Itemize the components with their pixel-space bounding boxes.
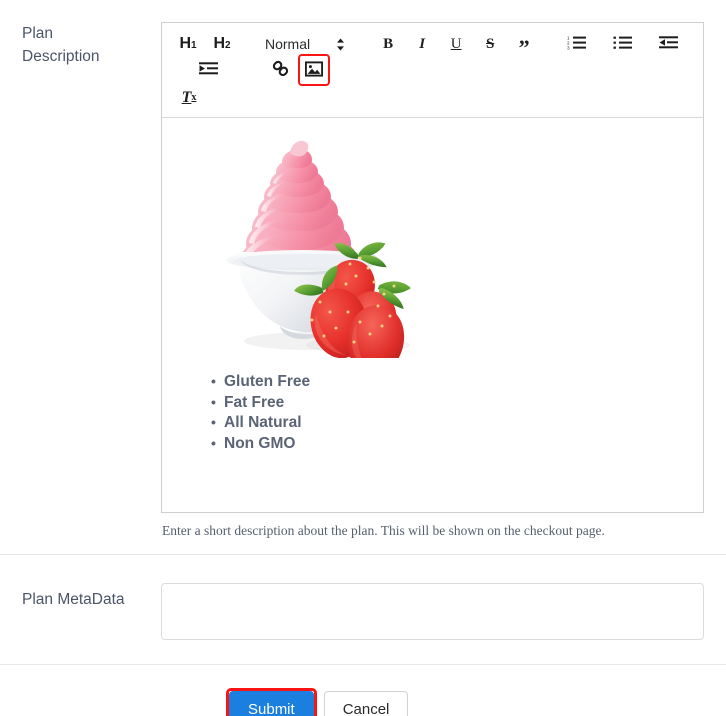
plan-description-label-line-2: Description xyxy=(22,48,100,65)
plan-metadata-row: Plan MetaData xyxy=(0,555,726,664)
plan-form-page: Plan Description H1 H2 Normal B I U S ” … xyxy=(0,0,726,716)
heading-1-label: H xyxy=(179,35,191,52)
outdent-button[interactable] xyxy=(655,31,681,57)
clear-formatting-label: T xyxy=(181,89,192,106)
heading-2-label: H xyxy=(213,35,225,52)
list-item: Gluten Free xyxy=(211,371,687,393)
plan-description-help-text: Enter a short description about the plan… xyxy=(162,523,605,538)
bullet-list-button[interactable] xyxy=(609,31,635,57)
plan-metadata-label: Plan MetaData xyxy=(22,591,125,608)
editor-content-area[interactable]: Gluten Free Fat Free All Natural Non GMO xyxy=(161,118,704,513)
strikethrough-button[interactable]: S xyxy=(477,31,503,57)
editor-toolbar-row-2: Tx xyxy=(175,83,693,111)
chevron-updown-icon xyxy=(336,38,345,51)
clear-formatting-button[interactable]: Tx xyxy=(176,85,202,111)
form-actions: Submit Cancel xyxy=(0,665,726,716)
indent-button[interactable] xyxy=(195,57,221,83)
rich-text-editor: H1 H2 Normal B I U S ” 1 2 3 T x • Glute… xyxy=(161,22,704,540)
italic-button[interactable]: I xyxy=(409,31,435,57)
plan-description-row: Plan Description H1 H2 Normal B I U S ” … xyxy=(0,0,726,540)
indent-icon xyxy=(198,61,218,79)
list-item: Non GMO xyxy=(211,433,687,455)
image-button[interactable] xyxy=(298,54,330,86)
link-icon xyxy=(272,60,289,80)
submit-button[interactable]: Submit xyxy=(229,691,314,716)
submit-button-highlight: Submit xyxy=(226,688,317,716)
link-button[interactable] xyxy=(267,57,293,83)
list-item: Fat Free xyxy=(211,392,687,414)
svg-text:3: 3 xyxy=(567,46,570,50)
plan-description-label-line-1: Plan xyxy=(22,25,54,42)
plan-metadata-input[interactable] xyxy=(161,583,704,640)
clear-formatting-sub: x xyxy=(191,92,197,103)
heading-1-sub: 1 xyxy=(191,40,197,51)
editor-image-block xyxy=(178,132,687,358)
blockquote-button[interactable]: ” xyxy=(511,35,537,61)
list-item: All Natural xyxy=(211,412,687,434)
image-icon xyxy=(304,60,324,80)
heading-2-button[interactable]: H2 xyxy=(209,31,235,57)
ordered-list-icon: 1 2 3 xyxy=(567,35,586,53)
heading-1-button[interactable]: H1 xyxy=(175,31,201,57)
plan-description-label: Plan Description xyxy=(0,22,150,68)
cancel-button[interactable]: Cancel xyxy=(323,691,409,716)
feature-bullet-list: Gluten Free Fat Free All Natural Non GMO xyxy=(178,371,687,455)
format-picker-value: Normal xyxy=(265,36,311,52)
bullet-list-icon xyxy=(613,35,632,53)
heading-2-sub: 2 xyxy=(225,40,231,51)
ordered-list-button[interactable]: 1 2 3 xyxy=(563,31,589,57)
editor-toolbar: H1 H2 Normal B I U S ” 1 2 3 T x xyxy=(161,22,704,118)
outdent-icon xyxy=(658,35,678,53)
format-picker[interactable]: Normal xyxy=(261,36,349,52)
frozen-yogurt-image xyxy=(226,140,411,358)
bold-button[interactable]: B xyxy=(375,31,401,57)
underline-button[interactable]: U xyxy=(443,31,469,57)
